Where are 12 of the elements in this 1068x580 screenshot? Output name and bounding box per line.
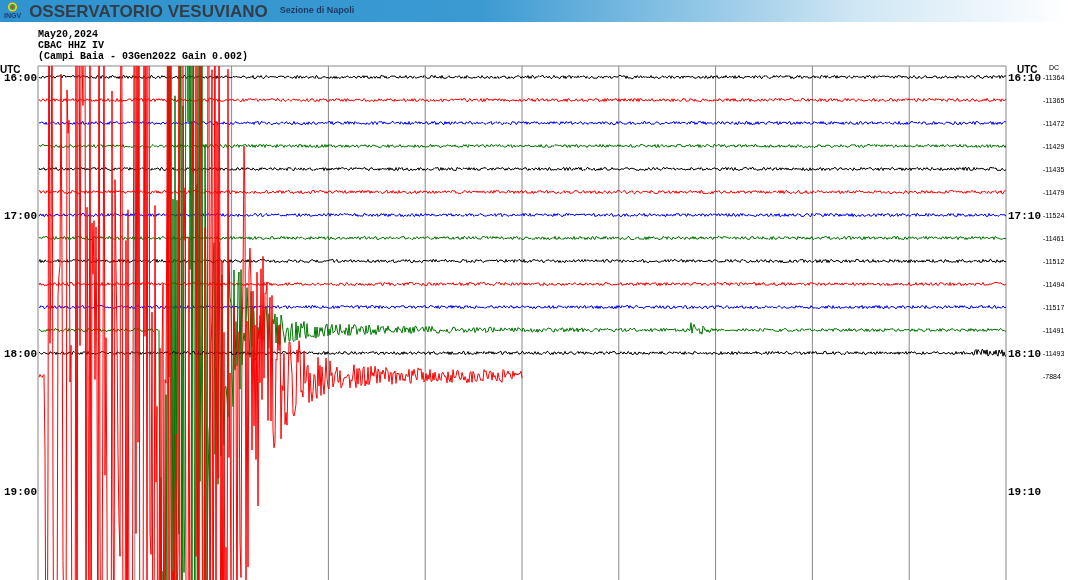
station-info: (Campi Baia - 03Gen2022 Gain 0.002) <box>38 51 249 62</box>
station-info: CBAC HHZ IV <box>38 40 104 51</box>
time-label: 19:10 <box>1008 486 1041 498</box>
site-subtitle: Sezione di Napoli <box>279 4 355 18</box>
site-title: OSSERVATORIO VESUVIANO <box>29 2 268 20</box>
time-label: 17:00 <box>4 210 37 222</box>
time-label: 18:10 <box>1008 348 1041 360</box>
time-label: 17:10 <box>1008 210 1041 222</box>
station-info: May20,2024 <box>38 29 98 40</box>
time-label: 19:00 <box>4 486 37 498</box>
logo-icon <box>7 2 19 12</box>
time-label: 18:00 <box>4 348 37 360</box>
